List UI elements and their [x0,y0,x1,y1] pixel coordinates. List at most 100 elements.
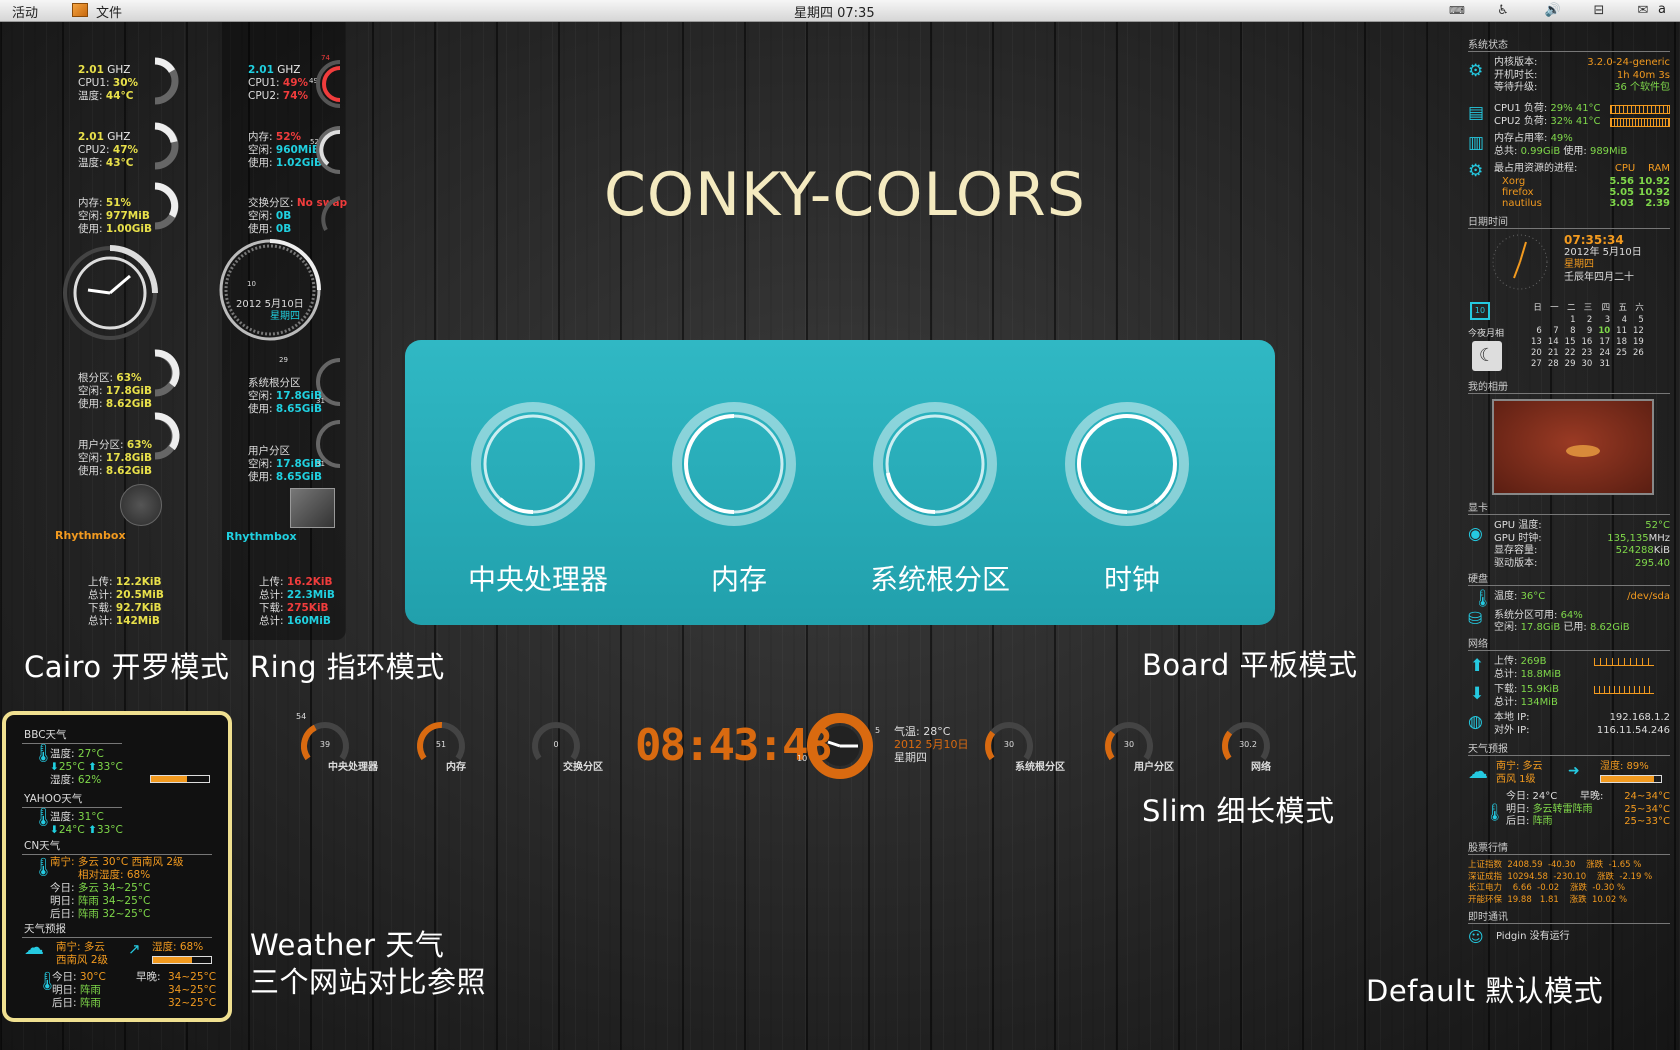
cairo-album-art[interactable] [120,484,162,526]
calendar-day[interactable]: 27 [1528,359,1545,370]
calendar-day[interactable]: 9 [1578,326,1595,337]
ring-cpu-freq: 2.01 [248,64,274,76]
stock-row: 开能环保 19.88 1.81 涨跌 10.02 % [1468,894,1628,905]
slim-home-value: 30 [1123,740,1135,749]
calendar-day[interactable]: 20 [1528,348,1545,359]
network-icon[interactable]: ⊟ [1590,3,1608,18]
board-label-mem: 内存 [710,563,767,596]
calendar-day[interactable]: 14 [1545,337,1562,348]
net-up-label: 上传: [1494,656,1521,667]
slim-gauge-value [1105,730,1116,761]
calendar-day[interactable]: 24 [1595,348,1613,359]
slim-swap-label: 交换分区 [563,762,603,773]
cairo-mem: 内存: 51% 空闲: 977MiB 使用: 1.00GiB [78,197,152,236]
album-photo[interactable] [1492,399,1654,495]
calendar-day[interactable]: 22 [1562,348,1579,359]
calendar-day[interactable]: 2 [1578,315,1595,326]
calendar-day[interactable]: 7 [1545,326,1562,337]
board-gauge-track [1065,402,1189,526]
ring-cpu-unit: GHZ [277,64,301,76]
calendar-day[interactable]: 16 [1578,337,1595,348]
proc-ram: 2.39 [1645,197,1670,209]
wx-range-3: 25~33°C [1624,816,1670,827]
uptime: 1h 40m 3s [1616,69,1670,81]
proc-ram: 10.92 [1638,175,1670,187]
yahoo-temp: 31°C [77,811,104,823]
calendar-day[interactable]: 25 [1613,348,1630,359]
mem-usage-label: 内存占用率: [1494,133,1551,144]
calendar-day[interactable]: 11 [1613,326,1630,337]
mail-icon[interactable]: ✉ [1634,3,1652,18]
volume-icon[interactable]: 🔊 [1544,3,1562,18]
calendar-day[interactable]: 6 [1528,326,1545,337]
calendar-day[interactable]: 28 [1545,359,1562,370]
gpu-clock-label: GPU 时钟: [1494,532,1542,544]
digital-time: 07:35:34 [1564,233,1624,247]
calendar-day[interactable] [1613,359,1630,370]
ubuntu-icon: ⚙ [1468,61,1484,81]
fc-range-2: 34~25°C [168,984,217,996]
board-gauge-value [1077,414,1177,514]
yahoo-high: 33°C [96,824,123,836]
proc-name: nautilus [1502,197,1542,209]
im-section-title: 即时通讯 [1468,912,1670,924]
activities-button[interactable]: 活动 [12,2,38,21]
ring-home-free-label: 空闲: [248,458,273,470]
user-menu[interactable]: a [1658,2,1666,17]
ring-mem-free-label: 空闲: [248,144,273,156]
calendar-day[interactable]: 18 [1613,337,1630,348]
calendar-day[interactable]: 31 [1595,359,1613,370]
high-arrow-icon: ⬆ [88,824,97,836]
top-clock[interactable]: 星期四 07:35 [794,2,875,21]
calendar-day[interactable]: 30 [1578,359,1595,370]
calendar-day[interactable]: 19 [1630,337,1647,348]
gpu-vram-unit: KiB [1653,545,1670,556]
ring-swap-used: 0B [275,223,292,235]
calendar-day[interactable]: 3 [1595,315,1613,326]
caption-weather: Weather 天气 [250,928,445,962]
calendar-day[interactable]: 12 [1630,326,1647,337]
fc-morning-label: 早晚: [136,971,161,983]
calendar-day[interactable]: 15 [1562,337,1579,348]
proc-cpu: 3.03 [1609,197,1634,209]
calendar-day[interactable]: 17 [1595,337,1613,348]
calendar-day[interactable] [1630,359,1647,370]
calendar-day[interactable] [1528,315,1545,326]
calendar-day[interactable]: 8 [1562,326,1579,337]
net-down-total: 134MiB [1520,696,1558,708]
calendar-day[interactable]: 4 [1613,315,1630,326]
cairo-net: 上传: 12.2KiB 总计: 20.5MiB 下载: 92.7KiB 总计: … [88,576,164,628]
accessibility-icon[interactable]: ♿ [1494,3,1512,18]
fc-wind: 西南风 2级 [56,954,109,966]
bbc-temp: 27°C [77,748,104,760]
cpu1-temp: 44°C [105,90,134,102]
calendar-day[interactable]: 26 [1630,348,1647,359]
ring-swap-free-label: 空闲: [248,210,273,222]
proc-row: firefox 5.05 10.92 [1494,187,1670,198]
calendar-day[interactable]: 21 [1545,348,1562,359]
calendar-icon: 10 [1470,302,1490,320]
home-free: 17.8GiB [105,452,153,464]
slim-weather: 气温: 28°C 2012 5月10日 星期四 [894,725,969,764]
thermometer-icon: 🌡 [1484,803,1506,823]
wx-humidity-bar [1600,775,1662,783]
slim-root-value: 30 [1003,740,1015,749]
calendar-day[interactable]: 10 [1595,326,1613,337]
proc-ram: 10.92 [1638,186,1670,198]
files-app-icon[interactable] [72,3,88,17]
moon-phase-icon: ☾ [1472,341,1502,371]
disk-device: /dev/sda [1627,591,1670,602]
keyboard-icon[interactable]: ⌨ [1448,3,1466,18]
calendar-day[interactable] [1545,315,1562,326]
ring-album-art[interactable] [290,488,335,528]
fc-tomorrow: 阵雨 [79,984,101,996]
ring-clock-weekday: 星期四 [270,311,300,322]
yahoo-title: YAHOO天气 [24,793,83,805]
app-menu[interactable]: 文件 [96,2,122,21]
calendar-day[interactable]: 23 [1578,348,1595,359]
calendar-day[interactable]: 1 [1562,315,1579,326]
photo-subject [1566,445,1600,457]
calendar-day[interactable]: 5 [1630,315,1647,326]
calendar-day[interactable]: 13 [1528,337,1545,348]
calendar-day[interactable]: 29 [1562,359,1579,370]
